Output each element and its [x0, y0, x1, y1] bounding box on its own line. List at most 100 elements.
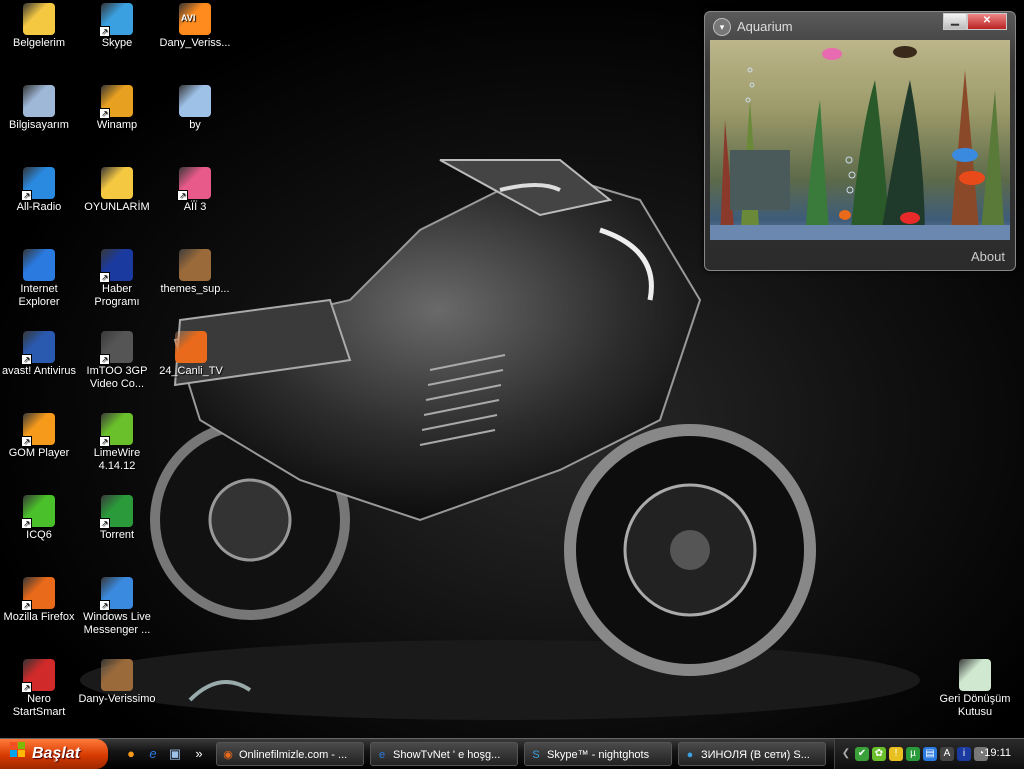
desktop-icon[interactable]: ↗ GOM Player	[0, 413, 78, 460]
desktop-icon[interactable]: ↗ AÏÏ 3	[156, 167, 234, 214]
desktop-icon-label: Windows Live Messenger ...	[83, 611, 151, 636]
taskbar-button[interactable]: S Skype™ - nightghots	[524, 742, 672, 766]
app-icon: ↗	[21, 495, 55, 529]
clock[interactable]: 19:11	[984, 747, 1011, 759]
tray-network-icon[interactable]: ▤	[923, 747, 937, 761]
shortcut-arrow-icon: ↗	[99, 108, 110, 119]
desktop-icon[interactable]: ↗ Winamp	[78, 85, 156, 132]
fish-icon	[952, 148, 978, 162]
desktop-icon-label: Geri Dönüşüm Kutusu	[939, 693, 1011, 718]
desktop-icon[interactable]: ↗ ImTOO 3GP Video Co...	[78, 331, 156, 391]
skype-icon: S	[532, 749, 540, 761]
desktop-icon-label: ICQ6	[26, 529, 52, 541]
system-tray: ❮ ✔ ✿ ! µ ▤ A i ◔ 19:11	[834, 739, 1024, 769]
ie-quicklaunch-icon[interactable]: e	[144, 745, 162, 763]
app-icon: ↗	[177, 167, 211, 201]
fish-icon	[893, 46, 917, 58]
desktop-icon[interactable]: Internet Explorer	[0, 249, 78, 309]
shortcut-arrow-icon: ↗	[21, 190, 32, 201]
desktop-icon[interactable]: themes_sup...	[156, 249, 234, 296]
app-icon	[23, 3, 55, 35]
quicklaunch-more-button[interactable]: »	[190, 745, 208, 763]
taskbar-button[interactable]: ◉ Onlinefilmizle.com - ...	[216, 742, 364, 766]
tray-app-icon[interactable]: i	[957, 747, 971, 761]
app-icon	[179, 249, 211, 281]
about-link[interactable]: About	[971, 249, 1005, 264]
desktop-icon-label: themes_sup...	[160, 283, 230, 295]
tray-collapse-icon[interactable]: ❮	[839, 747, 853, 761]
close-button[interactable]: ✕	[967, 13, 1007, 30]
shortcut-arrow-icon: ↗	[21, 600, 32, 611]
app-icon	[959, 659, 991, 691]
aquarium-gadget[interactable]: ▾ Aquarium ▁ ✕ About	[704, 11, 1016, 271]
desktop-icon-label: All-Radio	[16, 201, 62, 213]
aquarium-tank[interactable]	[710, 40, 1010, 240]
desktop-icon-label: Bilgisayarım	[9, 119, 69, 131]
desktop-icon-label: ImTOO 3GP Video Co...	[86, 365, 148, 390]
start-button[interactable]: Başlat	[0, 739, 108, 769]
desktop-icon[interactable]: ↗ Mozilla Firefox	[0, 577, 78, 624]
desktop-icon-label: AÏÏ 3	[183, 201, 207, 213]
desktop-icon[interactable]: ↗ avast! Antivirus	[0, 331, 78, 378]
aquarium-scene	[710, 46, 1010, 240]
app-icon: ↗	[99, 413, 133, 447]
desktop-icon[interactable]: ↗ Windows Live Messenger ...	[78, 577, 156, 637]
desktop-icon-label: Haber Programı	[94, 283, 140, 308]
taskbar-button[interactable]: ● ЗИНОЛЯ (В сети) S...	[678, 742, 826, 766]
app-icon: ↗	[21, 659, 55, 693]
ie-icon: e	[378, 749, 386, 761]
desktop-icon[interactable]: Geri Dönüşüm Kutusu	[936, 659, 1014, 719]
desktop-icon[interactable]: by	[156, 85, 234, 132]
app-icon	[101, 659, 133, 691]
taskbar-button-label: ShowTvNet ' e hoşg...	[393, 749, 501, 761]
desktop-icon[interactable]: ↗ Skype	[78, 3, 156, 50]
app-icon: ↗	[99, 577, 133, 611]
desktop-icon[interactable]: Bilgisayarım	[0, 85, 78, 132]
minimize-button[interactable]: ▁	[943, 13, 967, 30]
app-icon	[179, 85, 211, 117]
desktop-icon[interactable]: 24_Canli_TV	[152, 331, 230, 378]
taskbar-button-label: Skype™ - nightghots	[547, 749, 650, 761]
tray-icq-icon[interactable]: ✿	[872, 747, 886, 761]
app-icon: ↗	[99, 85, 133, 119]
tray-shield-icon[interactable]: ✔	[855, 747, 869, 761]
gadget-menu-button[interactable]: ▾	[713, 18, 731, 36]
desktop-icon[interactable]: AVI Dany_Veriss...	[156, 3, 234, 50]
app-icon: ↗	[21, 413, 55, 447]
app-icon: ↗	[21, 577, 55, 611]
start-label: Başlat	[32, 745, 81, 762]
desktop-icon-label: LimeWire 4.14.12	[93, 447, 141, 472]
shortcut-arrow-icon: ↗	[99, 436, 110, 447]
desktop-icon[interactable]: ↗ Haber Programı	[78, 249, 156, 309]
desktop-icon[interactable]: ↗ All-Radio	[0, 167, 78, 214]
desktop-icon[interactable]: ↗ LimeWire 4.14.12	[78, 413, 156, 473]
app-icon	[101, 167, 133, 199]
tray-security-icon[interactable]: !	[889, 747, 903, 761]
desktop-icon[interactable]: OYUNLARİM	[78, 167, 156, 214]
shortcut-arrow-icon: ↗	[99, 26, 110, 37]
taskbar: Başlat ● e ▣ » ◉ Onlinefilmizle.com - ...…	[0, 738, 1024, 769]
folder-quicklaunch-icon[interactable]: ▣	[166, 745, 184, 763]
desktop-icon[interactable]: Belgelerim	[0, 3, 78, 50]
desktop-icon[interactable]: ↗ ICQ6	[0, 495, 78, 542]
fish-icon	[822, 48, 842, 60]
desktop-icon-label: GOM Player	[8, 447, 70, 459]
shortcut-arrow-icon: ↗	[99, 354, 110, 365]
tray-torrent-icon[interactable]: µ	[906, 747, 920, 761]
avi-badge: AVI	[181, 13, 196, 23]
desktop-icon-label: Nero StartSmart	[12, 693, 66, 718]
gom-quicklaunch-icon[interactable]: ●	[122, 745, 140, 763]
desktop-icon-label: Internet Explorer	[18, 283, 60, 308]
shortcut-arrow-icon: ↗	[21, 518, 32, 529]
shortcut-arrow-icon: ↗	[21, 354, 32, 365]
fish-icon	[900, 212, 920, 224]
desktop-icon[interactable]: ↗ Torrent	[78, 495, 156, 542]
taskbar-button[interactable]: e ShowTvNet ' e hoşg...	[370, 742, 518, 766]
desktop-icon-label: OYUNLARİM	[84, 201, 150, 213]
desktop-icon[interactable]: ↗ Nero StartSmart	[0, 659, 78, 719]
tray-font-icon[interactable]: A	[940, 747, 954, 761]
desktop-icon[interactable]: Dany-Verissimo	[78, 659, 156, 706]
app-icon: AVI	[179, 3, 211, 35]
fish-icon	[959, 171, 985, 185]
desktop-icon-label: Skype	[101, 37, 133, 49]
